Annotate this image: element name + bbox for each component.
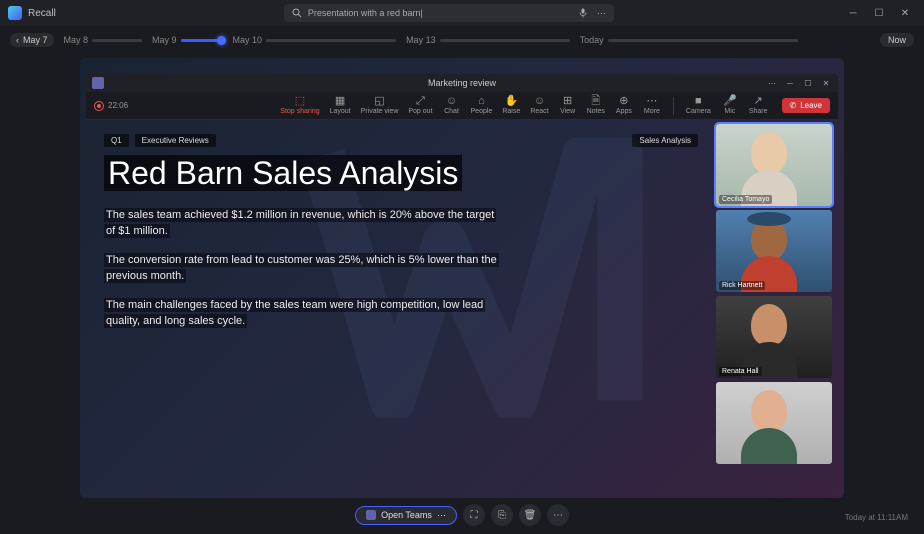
device-camera[interactable]: ■Camera xyxy=(682,96,715,115)
toolbar-pop-out[interactable]: ⤢Pop out xyxy=(404,96,436,115)
participant-video[interactable]: Renata Hall xyxy=(716,296,832,378)
slide-body: The sales team achieved $1.2 million in … xyxy=(104,207,504,330)
snapshot-timestamp: Today at 11:11AM xyxy=(845,513,908,522)
teams-icon xyxy=(92,77,104,89)
search-icon xyxy=(292,8,302,18)
more-icon: ⋯ xyxy=(437,510,446,521)
slide-title: Red Barn Sales Analysis xyxy=(104,155,698,193)
mic-icon[interactable] xyxy=(579,8,587,18)
timeline-label: May 13 xyxy=(406,35,436,45)
chevron-left-icon: ‹ xyxy=(16,35,19,45)
toolbar-chat[interactable]: ☺Chat xyxy=(439,96,465,115)
toolbar-icon: ⌂ xyxy=(478,96,485,107)
copy-button[interactable]: ⎘ xyxy=(491,504,513,526)
device-mic[interactable]: 🎤Mic xyxy=(717,96,743,115)
teams-window-titlebar[interactable]: Marketing review ⋯ ─ ☐ ✕ xyxy=(86,74,838,92)
toolbar-icon: ▦ xyxy=(335,96,345,107)
timeline-label: Today xyxy=(580,35,604,45)
toolbar-people[interactable]: ⌂People xyxy=(467,96,497,115)
device-icon: 🎤 xyxy=(723,96,737,107)
teams-logo-icon xyxy=(366,510,376,520)
open-teams-button[interactable]: Open Teams ⋯ xyxy=(355,506,457,525)
teams-maximize-button[interactable]: ☐ xyxy=(800,76,816,90)
presentation-slide: Q1 Executive Reviews Sales Analysis Red … xyxy=(86,120,716,482)
search-input[interactable]: Presentation with a red barn| ⋯ xyxy=(284,4,614,22)
device-icon: ■ xyxy=(695,96,702,107)
toolbar-icon: ☺ xyxy=(446,96,457,107)
timeline-segment[interactable] xyxy=(608,39,798,42)
timeline[interactable]: ‹ May 7 May 8 May 9 May 10 May 13 Today Now xyxy=(0,26,924,54)
search-options-icon[interactable]: ⋯ xyxy=(597,8,606,19)
toolbar-notes[interactable]: 🗎Notes xyxy=(583,96,609,115)
timeline-segment[interactable] xyxy=(266,39,396,42)
app-name: Recall xyxy=(28,8,56,19)
toolbar-icon: ☺ xyxy=(534,96,545,107)
participant-name: Rick Hartnett xyxy=(719,281,765,290)
participant-video[interactable] xyxy=(716,382,832,464)
timeline-back-button[interactable]: ‹ May 7 xyxy=(10,33,54,47)
toolbar-react[interactable]: ☺React xyxy=(526,96,552,115)
timeline-segment[interactable] xyxy=(181,39,223,42)
toolbar-icon: ◱ xyxy=(374,96,384,107)
toolbar-icon: ⊞ xyxy=(563,96,572,107)
minimize-button[interactable]: ─ xyxy=(842,4,864,22)
tag-topic: Sales Analysis xyxy=(632,134,698,147)
participant-name: Cecilia Tomayo xyxy=(719,195,772,204)
teams-more-icon[interactable]: ⋯ xyxy=(764,76,780,90)
toolbar-private-view[interactable]: ◱Private view xyxy=(357,96,403,115)
toolbar-stop-sharing[interactable]: ⬚Stop sharing xyxy=(276,96,323,115)
timeline-label: May 8 xyxy=(64,35,89,45)
toolbar-icon: ⊕ xyxy=(619,96,628,107)
toolbar-icon: 🗎 xyxy=(591,96,600,107)
toolbar-raise[interactable]: ✋Raise xyxy=(498,96,524,115)
device-icon: ↗ xyxy=(754,96,763,107)
tag-section: Executive Reviews xyxy=(135,134,216,147)
snapshot-viewport: Marketing review ⋯ ─ ☐ ✕ 22:06 ⬚Stop sha… xyxy=(80,58,844,498)
recording-indicator: 22:06 xyxy=(94,101,128,111)
toolbar-icon: ⋯ xyxy=(646,96,657,107)
toolbar-apps[interactable]: ⊕Apps xyxy=(611,96,637,115)
maximize-button[interactable]: ☐ xyxy=(868,4,890,22)
footer-more-button[interactable]: ⋯ xyxy=(547,504,569,526)
timeline-segment[interactable] xyxy=(440,39,570,42)
search-text: Presentation with a red barn| xyxy=(308,8,423,18)
participant-video[interactable]: Rick Hartnett xyxy=(716,210,832,292)
teams-minimize-button[interactable]: ─ xyxy=(782,76,798,90)
recall-logo-icon xyxy=(8,6,22,20)
toolbar-view[interactable]: ⊞View xyxy=(555,96,581,115)
leave-button[interactable]: ✆ Leave xyxy=(782,98,831,113)
toolbar-icon: ⤢ xyxy=(416,96,425,107)
timeline-segment[interactable] xyxy=(92,39,142,42)
close-button[interactable]: ✕ xyxy=(894,4,916,22)
toolbar-icon: ⬚ xyxy=(295,96,305,107)
tag-quarter: Q1 xyxy=(104,134,129,147)
timeline-now-button[interactable]: Now xyxy=(880,33,914,47)
device-share[interactable]: ↗Share xyxy=(745,96,772,115)
participant-video[interactable]: Cecilia Tomayo xyxy=(716,124,832,206)
toolbar-layout[interactable]: ▦Layout xyxy=(326,96,355,115)
timeline-label: May 9 xyxy=(152,35,177,45)
timeline-label: May 10 xyxy=(233,35,263,45)
teams-close-button[interactable]: ✕ xyxy=(818,76,834,90)
delete-button[interactable]: 🗑 xyxy=(519,504,541,526)
phone-icon: ✆ xyxy=(790,101,797,110)
toolbar-icon: ✋ xyxy=(504,96,518,107)
crop-button[interactable]: ⛶ xyxy=(463,504,485,526)
toolbar-more[interactable]: ⋯More xyxy=(639,96,665,115)
record-icon xyxy=(94,101,104,111)
participant-name: Renata Hall xyxy=(719,367,762,376)
